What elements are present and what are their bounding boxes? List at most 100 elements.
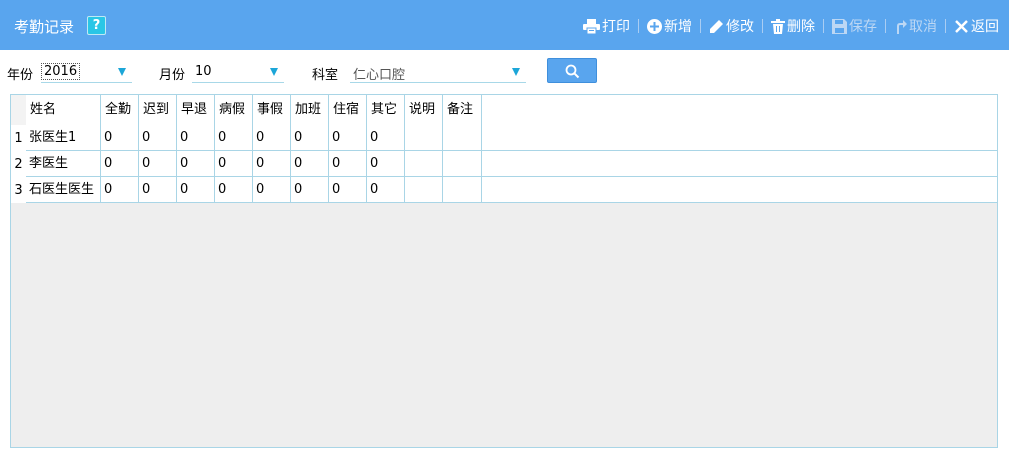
undo-arrow-icon bbox=[897, 19, 907, 34]
table-cell[interactable]: 0 bbox=[253, 125, 291, 151]
column-header[interactable]: 迟到 bbox=[139, 95, 177, 125]
column-header[interactable]: 早退 bbox=[177, 95, 215, 125]
attendance-table: 姓名 全勤 迟到 早退 病假 事假 加班 住宿 其它 说明 备注 1 张医生1 0 0 0 0 0 0 0 0 2 李医生… bbox=[10, 94, 998, 448]
back-label: 返回 bbox=[971, 19, 999, 35]
column-header[interactable]: 住宿 bbox=[329, 95, 367, 125]
save-label: 保存 bbox=[849, 19, 877, 35]
row-number: 2 bbox=[11, 151, 26, 177]
toolbar-divider bbox=[945, 19, 946, 33]
table-row[interactable]: 3 石医生医生 0 0 0 0 0 0 0 0 bbox=[11, 177, 997, 203]
row-number: 1 bbox=[11, 125, 26, 151]
dept-label: 科室 bbox=[312, 68, 339, 83]
row-number-header bbox=[11, 95, 26, 125]
table-cell[interactable]: 0 bbox=[177, 125, 215, 151]
edit-label: 修改 bbox=[726, 19, 754, 35]
column-header[interactable]: 全勤 bbox=[101, 95, 139, 125]
table-cell[interactable]: 0 bbox=[291, 151, 329, 177]
delete-label: 删除 bbox=[787, 19, 815, 35]
printer-icon bbox=[583, 18, 600, 34]
add-button[interactable]: 新增 bbox=[647, 16, 692, 36]
table-cell[interactable]: 0 bbox=[215, 151, 253, 177]
print-button[interactable]: 打印 bbox=[583, 16, 630, 36]
save-button[interactable]: 保存 bbox=[832, 16, 877, 36]
filter-bar: 年份 2016 月份 10 科室 仁心口腔 bbox=[0, 58, 1009, 88]
window-title: 考勤记录 bbox=[14, 18, 75, 36]
search-button[interactable] bbox=[547, 58, 597, 83]
row-filler bbox=[482, 177, 997, 203]
row-filler bbox=[482, 151, 997, 177]
trash-icon bbox=[771, 18, 785, 34]
add-label: 新增 bbox=[664, 19, 692, 35]
table-cell[interactable] bbox=[405, 151, 443, 177]
month-label: 月份 bbox=[159, 68, 186, 83]
table-cell[interactable] bbox=[443, 125, 482, 151]
floppy-disk-icon bbox=[832, 18, 847, 34]
table-cell[interactable]: 0 bbox=[139, 177, 177, 203]
table-cell[interactable]: 张医生1 bbox=[26, 125, 101, 151]
table-cell[interactable] bbox=[443, 151, 482, 177]
table-cell[interactable]: 0 bbox=[329, 125, 367, 151]
table-cell[interactable]: 0 bbox=[291, 125, 329, 151]
back-button[interactable]: 返回 bbox=[954, 16, 999, 36]
column-header[interactable]: 说明 bbox=[405, 95, 443, 125]
table-cell[interactable]: 0 bbox=[253, 151, 291, 177]
table-cell[interactable]: 0 bbox=[291, 177, 329, 203]
year-value: 2016 bbox=[41, 63, 81, 80]
table-cell[interactable]: 0 bbox=[367, 177, 405, 203]
year-select[interactable]: 2016 bbox=[41, 62, 132, 83]
column-header[interactable]: 病假 bbox=[215, 95, 253, 125]
help-icon[interactable]: ? bbox=[87, 16, 106, 35]
delete-button[interactable]: 删除 bbox=[771, 16, 815, 36]
plus-circle-icon bbox=[647, 18, 662, 34]
month-select[interactable]: 10 bbox=[192, 62, 284, 83]
toolbar-divider bbox=[700, 19, 701, 33]
toolbar-divider bbox=[638, 19, 639, 33]
toolbar-divider bbox=[762, 19, 763, 33]
dropdown-arrow-icon bbox=[118, 68, 126, 76]
year-label: 年份 bbox=[7, 68, 34, 83]
table-cell[interactable]: 0 bbox=[215, 125, 253, 151]
column-header[interactable]: 备注 bbox=[443, 95, 482, 125]
table-cell[interactable]: 0 bbox=[139, 151, 177, 177]
table-cell[interactable]: 0 bbox=[367, 151, 405, 177]
table-row[interactable]: 2 李医生 0 0 0 0 0 0 0 0 bbox=[11, 151, 997, 177]
toolbar: 打印 新增 修改 删除 保存 取消 返回 bbox=[583, 15, 999, 37]
table-cell[interactable]: 0 bbox=[177, 177, 215, 203]
table-cell[interactable] bbox=[405, 125, 443, 151]
dept-select[interactable]: 仁心口腔 bbox=[350, 62, 526, 83]
toolbar-divider bbox=[823, 19, 824, 33]
edit-button[interactable]: 修改 bbox=[709, 16, 754, 36]
print-label: 打印 bbox=[602, 19, 630, 35]
toolbar-divider bbox=[885, 19, 886, 33]
table-cell[interactable]: 0 bbox=[329, 151, 367, 177]
dropdown-arrow-icon bbox=[512, 68, 520, 76]
table-cell[interactable]: 0 bbox=[367, 125, 405, 151]
row-filler bbox=[482, 125, 997, 151]
column-header[interactable]: 事假 bbox=[253, 95, 291, 125]
table-cell[interactable]: 石医生医生 bbox=[26, 177, 101, 203]
table-row[interactable]: 1 张医生1 0 0 0 0 0 0 0 0 bbox=[11, 125, 997, 151]
column-header[interactable]: 其它 bbox=[367, 95, 405, 125]
search-icon bbox=[565, 64, 580, 79]
table-header: 姓名 全勤 迟到 早退 病假 事假 加班 住宿 其它 说明 备注 bbox=[11, 95, 997, 126]
table-cell[interactable]: 李医生 bbox=[26, 151, 101, 177]
title-bar: 考勤记录 ? 打印 新增 修改 删除 保存 取消 返回 bbox=[0, 0, 1009, 50]
cancel-label: 取消 bbox=[909, 19, 937, 35]
table-cell[interactable]: 0 bbox=[101, 177, 139, 203]
table-cell[interactable]: 0 bbox=[139, 125, 177, 151]
table-cell[interactable]: 0 bbox=[329, 177, 367, 203]
table-cell[interactable]: 0 bbox=[215, 177, 253, 203]
pencil-icon bbox=[710, 19, 723, 33]
table-cell[interactable] bbox=[405, 177, 443, 203]
table-cell[interactable]: 0 bbox=[253, 177, 291, 203]
dropdown-arrow-icon bbox=[270, 68, 278, 76]
table-cell[interactable] bbox=[443, 177, 482, 203]
table-cell[interactable]: 0 bbox=[101, 125, 139, 151]
table-cell[interactable]: 0 bbox=[177, 151, 215, 177]
column-header[interactable]: 加班 bbox=[291, 95, 329, 125]
cancel-button[interactable]: 取消 bbox=[894, 16, 937, 36]
close-icon bbox=[955, 19, 968, 33]
column-header[interactable]: 姓名 bbox=[26, 95, 101, 125]
table-cell[interactable]: 0 bbox=[101, 151, 139, 177]
row-number: 3 bbox=[11, 177, 26, 203]
